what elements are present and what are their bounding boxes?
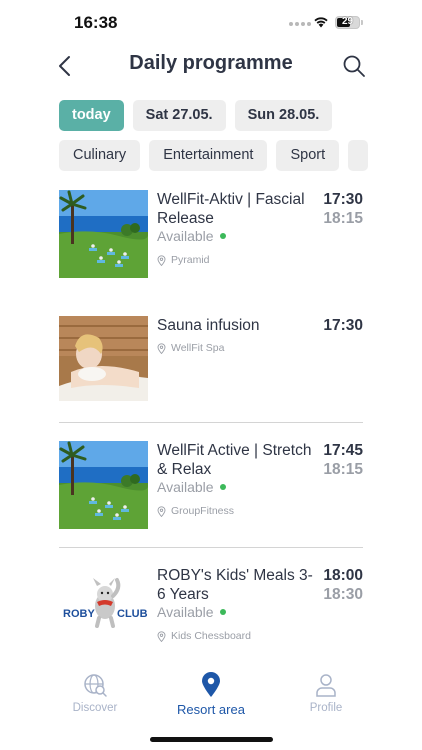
location-label: Pyramid bbox=[171, 254, 210, 266]
event-start-time: 18:00 bbox=[323, 567, 363, 584]
date-chip-today[interactable]: today bbox=[59, 100, 124, 131]
category-chip-entertainment[interactable]: Entertainment bbox=[149, 140, 268, 171]
event-item[interactable]: ROBY CLUB ROBY's Kids' Meals 3-6 Years 1… bbox=[59, 566, 363, 656]
tab-bar: Discover Resort area Profile bbox=[0, 664, 422, 724]
location-label: WellFit Spa bbox=[171, 342, 225, 354]
header: Daily programme bbox=[0, 44, 422, 88]
tab-label: Discover bbox=[72, 702, 118, 714]
event-start-time: 17:30 bbox=[323, 191, 363, 208]
battery-tip bbox=[361, 20, 363, 25]
location-pin-icon bbox=[157, 505, 166, 517]
availability-status: Available bbox=[157, 604, 226, 620]
available-dot-icon bbox=[219, 609, 226, 616]
battery-level: 29 bbox=[341, 16, 354, 27]
tab-discover[interactable]: Discover bbox=[45, 672, 145, 714]
location-pin-icon bbox=[157, 630, 166, 642]
availability-label: Available bbox=[157, 228, 214, 244]
search-icon[interactable] bbox=[340, 52, 368, 80]
location-pin-icon bbox=[157, 254, 166, 266]
event-item[interactable]: Sauna infusion 17:30 WellFit Spa bbox=[59, 316, 363, 423]
date-chip-sun[interactable]: Sun 28.05. bbox=[234, 100, 333, 131]
roby-logo-text-left: ROBY bbox=[63, 608, 95, 620]
date-chip-sat[interactable]: Sat 27.05. bbox=[132, 100, 226, 131]
battery-icon: 29 bbox=[335, 16, 360, 29]
tab-label: Resort area bbox=[177, 702, 245, 717]
roby-logo-text-right: CLUB bbox=[117, 608, 148, 620]
availability-status: Available bbox=[157, 228, 226, 244]
event-title: Sauna infusion bbox=[157, 317, 260, 334]
availability-label: Available bbox=[157, 479, 214, 495]
tab-label: Profile bbox=[309, 702, 343, 714]
roby-club-logo: ROBY CLUB bbox=[59, 566, 148, 646]
status-bar: 16:38 29 bbox=[0, 0, 422, 44]
event-end-time: 18:30 bbox=[323, 586, 363, 603]
event-image bbox=[59, 190, 148, 278]
wifi-icon bbox=[314, 17, 328, 28]
event-location: Pyramid bbox=[157, 254, 210, 266]
location-pin-icon bbox=[202, 672, 220, 697]
status-time: 16:38 bbox=[74, 13, 118, 32]
event-times: 17:30 18:15 bbox=[323, 190, 363, 228]
category-filter-bar: Culinary Entertainment Sport bbox=[59, 140, 386, 172]
tab-resort-area[interactable]: Resort area bbox=[161, 672, 261, 717]
available-dot-icon bbox=[219, 233, 226, 240]
event-location: WellFit Spa bbox=[157, 342, 225, 354]
event-times: 18:00 18:30 bbox=[323, 566, 363, 604]
signal-icon bbox=[289, 22, 311, 26]
event-title: WellFit-Aktiv | Fascial Release bbox=[157, 191, 305, 227]
event-start-time: 17:30 bbox=[323, 317, 363, 334]
event-location: GroupFitness bbox=[157, 505, 234, 517]
date-filter-bar: today Sat 27.05. Sun 28.05. bbox=[59, 100, 333, 131]
tab-profile[interactable]: Profile bbox=[276, 672, 376, 714]
category-chip-sport[interactable]: Sport bbox=[276, 140, 340, 171]
availability-label: Available bbox=[157, 604, 214, 620]
category-chip-more[interactable] bbox=[348, 140, 369, 171]
event-times: 17:45 18:15 bbox=[323, 441, 363, 479]
event-title: WellFit Active | Stretch & Relax bbox=[157, 442, 312, 478]
available-dot-icon bbox=[219, 484, 226, 491]
location-pin-icon bbox=[157, 342, 166, 354]
person-icon bbox=[316, 674, 336, 697]
event-image bbox=[59, 441, 148, 529]
event-times: 17:30 bbox=[323, 316, 363, 335]
event-end-time: 18:15 bbox=[323, 210, 363, 227]
location-label: GroupFitness bbox=[171, 505, 235, 517]
event-item[interactable]: WellFit-Aktiv | Fascial Release 17:30 18… bbox=[59, 190, 363, 315]
home-indicator bbox=[150, 737, 273, 742]
event-start-time: 17:45 bbox=[323, 442, 363, 459]
availability-status: Available bbox=[157, 479, 226, 495]
event-list: WellFit-Aktiv | Fascial Release 17:30 18… bbox=[59, 190, 363, 315]
globe-search-icon bbox=[84, 674, 107, 697]
event-image bbox=[59, 316, 148, 404]
event-end-time: 18:15 bbox=[323, 461, 363, 478]
location-label: Kids Chessboard bbox=[171, 630, 251, 642]
event-location: Kids Chessboard bbox=[157, 630, 251, 642]
event-title: ROBY's Kids' Meals 3-6 Years bbox=[157, 567, 313, 603]
event-item[interactable]: WellFit Active | Stretch & Relax 17:45 1… bbox=[59, 441, 363, 548]
category-chip-culinary[interactable]: Culinary bbox=[59, 140, 141, 171]
